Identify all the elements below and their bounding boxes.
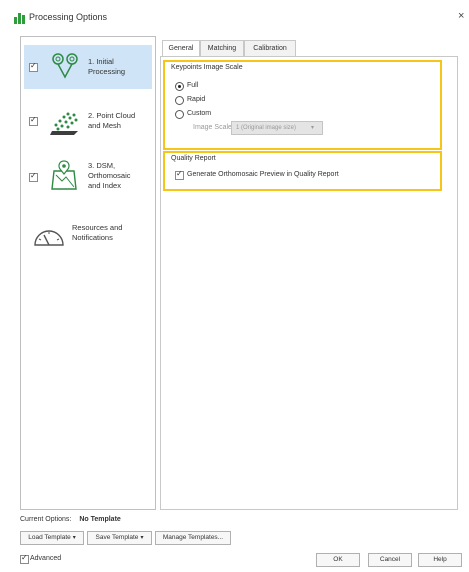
image-scale-select[interactable]: 1 (Original image size) ▾: [231, 121, 323, 135]
step-2-label: 2. Point Cloud and Mesh: [88, 111, 136, 130]
orthomosaic-preview-checkbox[interactable]: ✓: [175, 169, 184, 180]
step-2-checkbox[interactable]: ✓: [29, 115, 38, 126]
title-bar: Processing Options ×: [0, 0, 469, 30]
dropdown-arrow-icon: ▾: [140, 535, 144, 541]
gauge-icon: [34, 230, 64, 246]
step-3-label: 3. DSM, Orthomosaic and Index: [88, 161, 131, 190]
step-1-checkbox[interactable]: ✓: [29, 61, 38, 72]
current-options-label: Current Options:: [20, 516, 72, 523]
keypoints-image-scale-group: Keypoints Image Scale Full Rapid Custom …: [163, 60, 442, 150]
window-title: Processing Options: [29, 12, 108, 22]
quality-report-title: Quality Report: [171, 155, 216, 162]
quality-report-group: Quality Report ✓ Generate Orthomosaic Pr…: [163, 151, 442, 191]
dropdown-arrow-icon: ▾: [72, 535, 76, 541]
image-scale-value: 1 (Original image size): [236, 125, 297, 131]
step-4-label: Resources and Notifications: [72, 223, 123, 242]
radio-full-label: Full: [187, 82, 199, 89]
orthomosaic-preview-label: Generate Orthomosaic Preview in Quality …: [187, 171, 339, 178]
image-scale-label: Image Scale:: [193, 124, 234, 131]
load-template-label: Load Template: [28, 534, 71, 541]
dsm-map-icon: [51, 160, 77, 190]
load-template-button[interactable]: Load Template ▾: [20, 531, 84, 545]
sidebar-item-point-cloud[interactable]: ✓ 2. Point Cloud and Mesh: [24, 99, 152, 143]
processing-steps-sidebar: ✓ 1. Initial Processing ✓ 2. Point Cloud…: [20, 36, 156, 510]
save-template-label: Save Template: [95, 534, 139, 541]
radio-full-button[interactable]: [175, 82, 184, 91]
current-options: Current Options: No Template: [20, 516, 121, 523]
step-1-label: 1. Initial Processing: [88, 57, 126, 76]
radio-custom-button[interactable]: [175, 110, 184, 119]
app-icon: [14, 13, 25, 24]
ok-button[interactable]: OK: [316, 553, 360, 567]
tab-calibration[interactable]: Calibration: [244, 40, 296, 56]
keypoints-icon: [52, 53, 78, 79]
cancel-button[interactable]: Cancel: [368, 553, 412, 567]
close-icon[interactable]: ×: [458, 10, 464, 22]
help-button[interactable]: Help: [418, 553, 462, 567]
tab-matching[interactable]: Matching: [200, 40, 244, 56]
save-template-button[interactable]: Save Template ▾: [87, 531, 152, 545]
current-options-value: No Template: [79, 516, 121, 523]
manage-templates-button[interactable]: Manage Templates...: [155, 531, 231, 545]
advanced-label: Advanced: [30, 555, 62, 562]
step-3-checkbox[interactable]: ✓: [29, 171, 38, 182]
sidebar-item-initial-processing[interactable]: ✓ 1. Initial Processing: [24, 45, 152, 89]
advanced-checkbox[interactable]: ✓: [20, 553, 29, 564]
sidebar-item-dsm-orthomosaic[interactable]: ✓ 3. DSM, Orthomosaic and Index: [24, 151, 152, 205]
radio-custom-label: Custom: [187, 110, 212, 117]
tab-general[interactable]: General: [162, 40, 200, 57]
chevron-down-icon: ▾: [310, 125, 314, 131]
radio-rapid-button[interactable]: [175, 96, 184, 105]
radio-rapid-label: Rapid: [187, 96, 206, 103]
point-cloud-icon: [50, 112, 78, 135]
keypoints-group-title: Keypoints Image Scale: [171, 64, 243, 71]
sidebar-item-resources[interactable]: Resources and Notifications: [24, 213, 152, 257]
